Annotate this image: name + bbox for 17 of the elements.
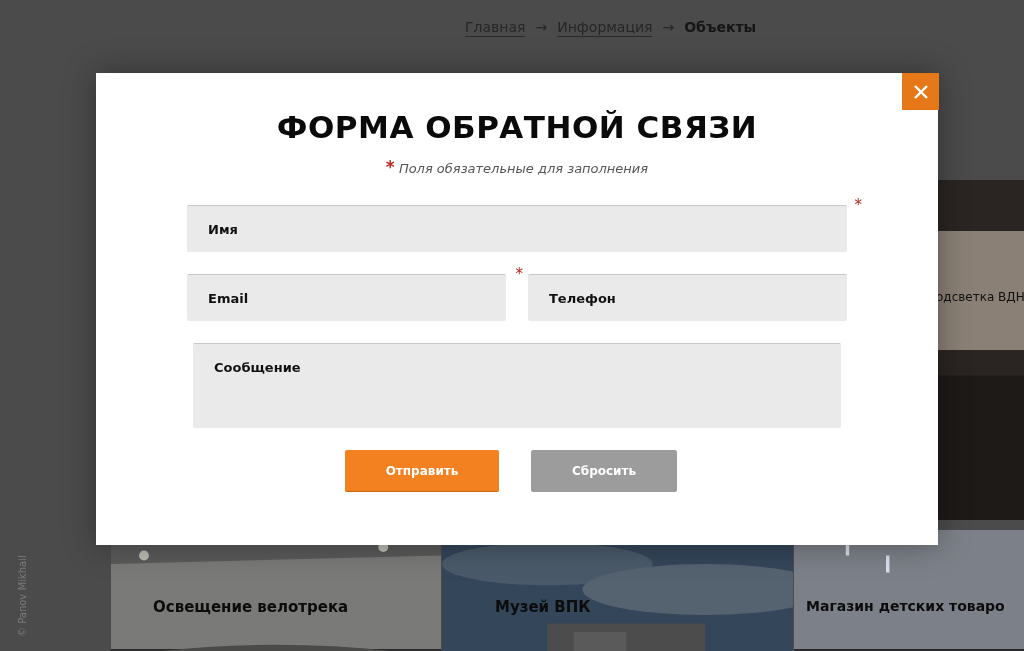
message-field[interactable]: Сообщение (193, 343, 841, 428)
tile-caption[interactable]: Магазин детских товаро (806, 598, 1005, 614)
breadcrumb-arrow: → (535, 19, 548, 35)
close-button[interactable] (902, 73, 939, 110)
input-field[interactable]: Телефон (528, 274, 847, 321)
input-field[interactable]: Имя (187, 205, 847, 252)
required-note: * Поля обязательные для заполнения (384, 157, 650, 177)
submit-button[interactable]: Отправить (345, 450, 499, 492)
dialog-title: ФОРМА ОБРАТНОЙ СВЯЗИ (275, 109, 759, 145)
reset-button[interactable]: Сбросить (531, 450, 677, 492)
breadcrumb-arrow: → (662, 19, 675, 35)
required-mark: * (515, 265, 523, 283)
input-field[interactable]: Email (187, 274, 506, 321)
close-icon (912, 83, 929, 100)
tile-caption[interactable]: Освещение велотрека (153, 598, 349, 616)
tile-caption[interactable]: одсветка ВДН (936, 290, 1024, 304)
required-mark: * (854, 196, 862, 214)
